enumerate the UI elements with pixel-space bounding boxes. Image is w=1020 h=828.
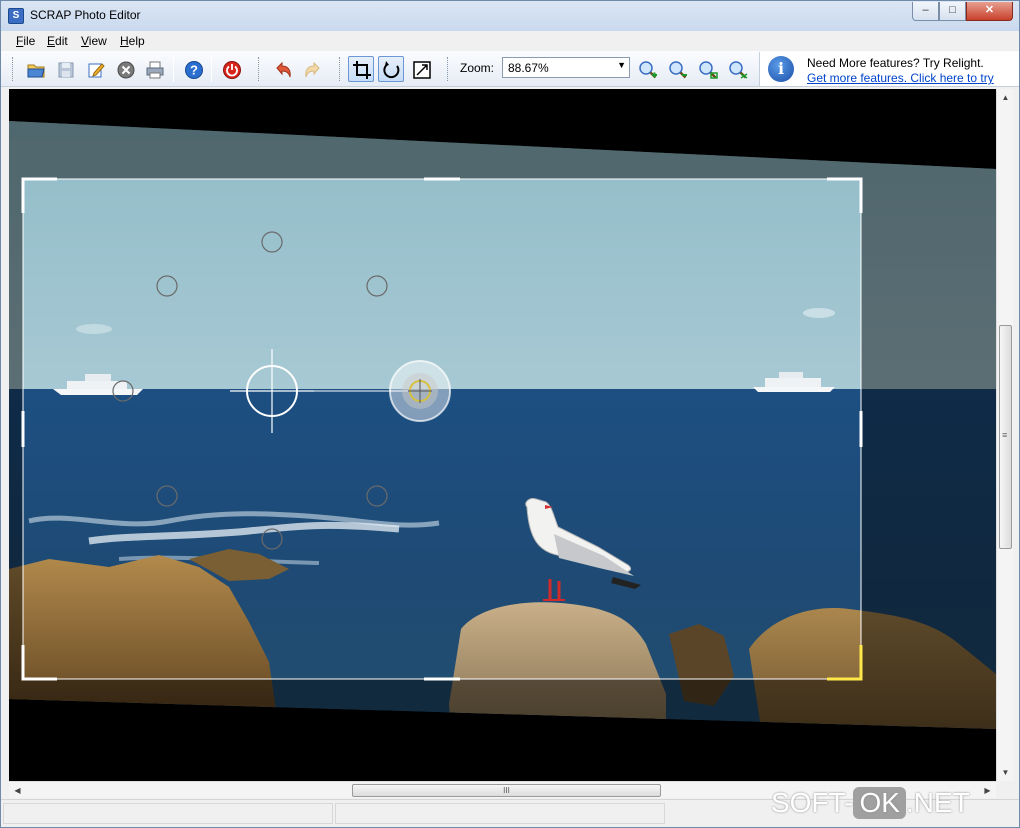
exit-button[interactable] [218, 56, 244, 82]
menu-view[interactable]: View [81, 34, 107, 48]
crop-icon [353, 61, 371, 79]
info-link[interactable]: Get more features. Click here to try [807, 71, 994, 85]
zoom-label: Zoom: [460, 61, 495, 75]
help-button[interactable]: ? [180, 56, 206, 82]
info-title: Need More features? Try Relight. [807, 56, 984, 70]
status-cell [335, 803, 665, 824]
scroll-down-icon[interactable]: ▼ [997, 764, 1014, 781]
open-button[interactable] [22, 56, 48, 82]
print-icon [146, 61, 164, 79]
menu-help[interactable]: Help [120, 34, 145, 48]
menu-edit[interactable]: Edit [47, 34, 68, 48]
edit-button[interactable] [82, 56, 108, 82]
horizontal-scroll-thumb[interactable]: III [352, 784, 661, 797]
app-window: S SCRAP Photo Editor – □ ✕ File Edit Vie… [0, 0, 1020, 828]
zoom-fit-icon [699, 61, 718, 79]
minimize-button[interactable]: – [912, 2, 939, 21]
toolbar-separator [211, 56, 212, 82]
toolbar-grip[interactable] [339, 57, 342, 81]
image-canvas[interactable] [9, 89, 996, 781]
save-icon [58, 62, 74, 78]
zoom-out-icon [669, 61, 687, 79]
title-bar[interactable]: S SCRAP Photo Editor – □ ✕ [1, 1, 1019, 31]
close-image-icon [117, 61, 135, 79]
zoom-actual-button[interactable] [724, 56, 750, 82]
help-icon: ? [185, 61, 203, 79]
crop-inner-bright [23, 179, 861, 679]
scroll-up-icon[interactable]: ▲ [997, 89, 1014, 106]
vertical-scrollbar[interactable]: ▲ ≡ ▼ [996, 89, 1013, 781]
close-button[interactable]: ✕ [966, 2, 1013, 21]
toolbar-separator [173, 56, 174, 82]
print-button[interactable] [141, 56, 167, 82]
undo-button[interactable] [269, 56, 295, 82]
chevron-down-icon[interactable]: ▼ [617, 60, 626, 70]
zoom-in-icon [639, 61, 657, 79]
scroll-right-icon[interactable]: ▶ [979, 782, 996, 799]
status-cell [3, 803, 333, 824]
redo-icon [305, 61, 320, 78]
open-icon [27, 64, 45, 78]
crop-tool-button[interactable] [348, 56, 374, 82]
svg-text:?: ? [190, 63, 198, 78]
zoom-actual-icon [729, 61, 748, 79]
zoom-fit-button[interactable] [694, 56, 720, 82]
menu-bar: File Edit View Help [1, 31, 1019, 51]
scroll-grip-icon: ≡ [1002, 430, 1008, 440]
save-button[interactable] [52, 56, 78, 82]
toolbar-grip[interactable] [12, 57, 15, 81]
resize-tool-button[interactable] [408, 56, 434, 82]
vertical-scroll-thumb[interactable]: ≡ [999, 325, 1012, 549]
zoom-dropdown[interactable]: 88.67% ▼ [502, 57, 630, 78]
zoom-out-button[interactable] [664, 56, 690, 82]
redo-button[interactable] [299, 56, 325, 82]
rotation-handle[interactable] [389, 360, 451, 422]
info-banner: i Need More features? Try Relight. Get m… [759, 52, 1019, 86]
edit-icon [88, 63, 105, 78]
exit-icon [223, 61, 241, 79]
scroll-left-icon[interactable]: ◀ [9, 782, 26, 799]
info-icon: i [768, 56, 794, 82]
toolbar-grip[interactable] [447, 57, 450, 81]
undo-icon [276, 61, 291, 78]
resize-icon [413, 61, 431, 79]
rotate-tool-button[interactable] [378, 56, 404, 82]
toolbar-grip[interactable] [258, 57, 261, 81]
watermark: SOFT- OK .NET [771, 787, 970, 819]
zoom-in-button[interactable] [634, 56, 660, 82]
app-icon[interactable]: S [8, 8, 24, 24]
menu-file[interactable]: File [16, 34, 35, 48]
window-title: SCRAP Photo Editor [30, 8, 141, 22]
zoom-value: 88.67% [508, 61, 549, 75]
rotate-icon [383, 61, 400, 79]
maximize-button[interactable]: □ [939, 2, 966, 21]
photo-canvas [9, 121, 996, 729]
close-image-button[interactable] [112, 56, 138, 82]
